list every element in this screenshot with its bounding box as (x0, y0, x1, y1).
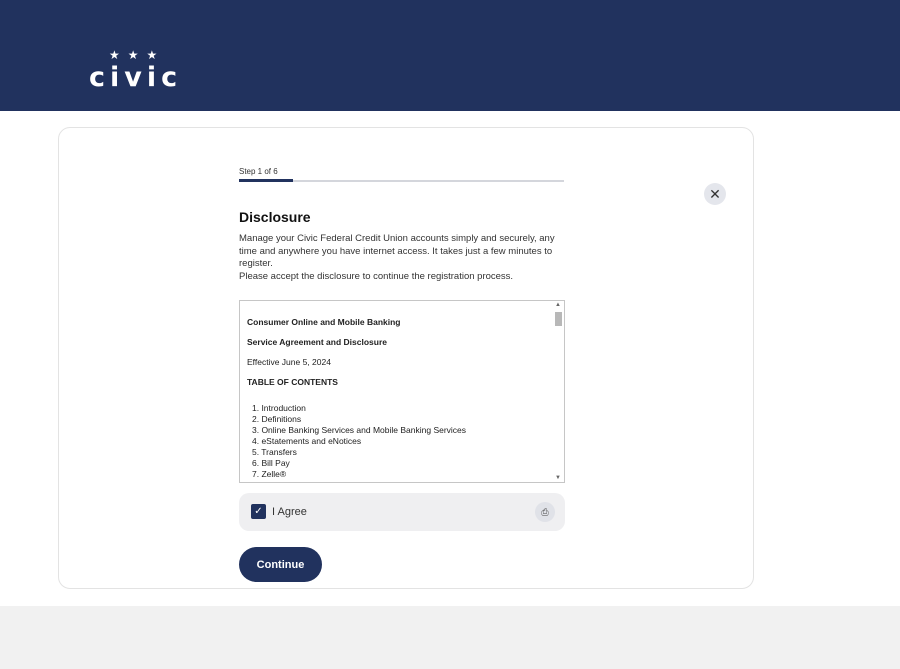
scrollbar[interactable]: ▲ ▼ (553, 302, 563, 481)
continue-button[interactable]: Continue (239, 547, 322, 582)
toc-item: 2. Definitions (252, 414, 302, 424)
page-title: Disclosure (239, 209, 311, 225)
site-header: ★★★ civic (0, 0, 900, 111)
scrollbar-thumb[interactable] (555, 312, 562, 326)
toc-heading: TABLE OF CONTENTS (247, 377, 338, 387)
description-text: Manage your Civic Federal Credit Union a… (239, 233, 555, 269)
close-button[interactable]: ✕ (704, 183, 726, 205)
disclosure-description: Manage your Civic Federal Credit Union a… (239, 233, 569, 283)
toc-item: 6. Bill Pay (252, 458, 290, 468)
logo-stars-icon: ★★★ (109, 48, 166, 62)
scroll-down-icon[interactable]: ▼ (555, 475, 561, 481)
toc-list: 1. Introduction 2. Definitions 3. Online… (252, 403, 466, 480)
toc-item: 5. Transfers (252, 447, 297, 457)
agree-label[interactable]: I Agree (272, 506, 307, 518)
scroll-up-icon[interactable]: ▲ (555, 302, 561, 308)
progress-bar (239, 179, 564, 182)
print-icon[interactable]: ⎙ (535, 502, 555, 522)
progress-fill (239, 179, 294, 182)
logo-text: civic (89, 62, 183, 93)
toc-item: 7. Zelle® (252, 469, 287, 479)
toc-item: 4. eStatements and eNotices (252, 436, 362, 446)
disclosure-scroll-box[interactable]: Consumer Online and Mobile Banking Servi… (239, 300, 565, 483)
effective-date: Effective June 5, 2024 (247, 357, 331, 367)
disclosure-subheading: Service Agreement and Disclosure (247, 337, 387, 347)
disclosure-heading: Consumer Online and Mobile Banking (247, 317, 401, 327)
civic-logo[interactable]: ★★★ civic (89, 48, 199, 94)
step-indicator: Step 1 of 6 (239, 167, 278, 176)
agree-row: ✓ I Agree ⎙ (239, 493, 565, 531)
agree-checkbox[interactable]: ✓ (251, 504, 266, 519)
toc-item: 1. Introduction (252, 403, 306, 413)
description-instruction: Please accept the disclosure to continue… (239, 270, 514, 282)
toc-item: 3. Online Banking Services and Mobile Ba… (252, 425, 467, 435)
